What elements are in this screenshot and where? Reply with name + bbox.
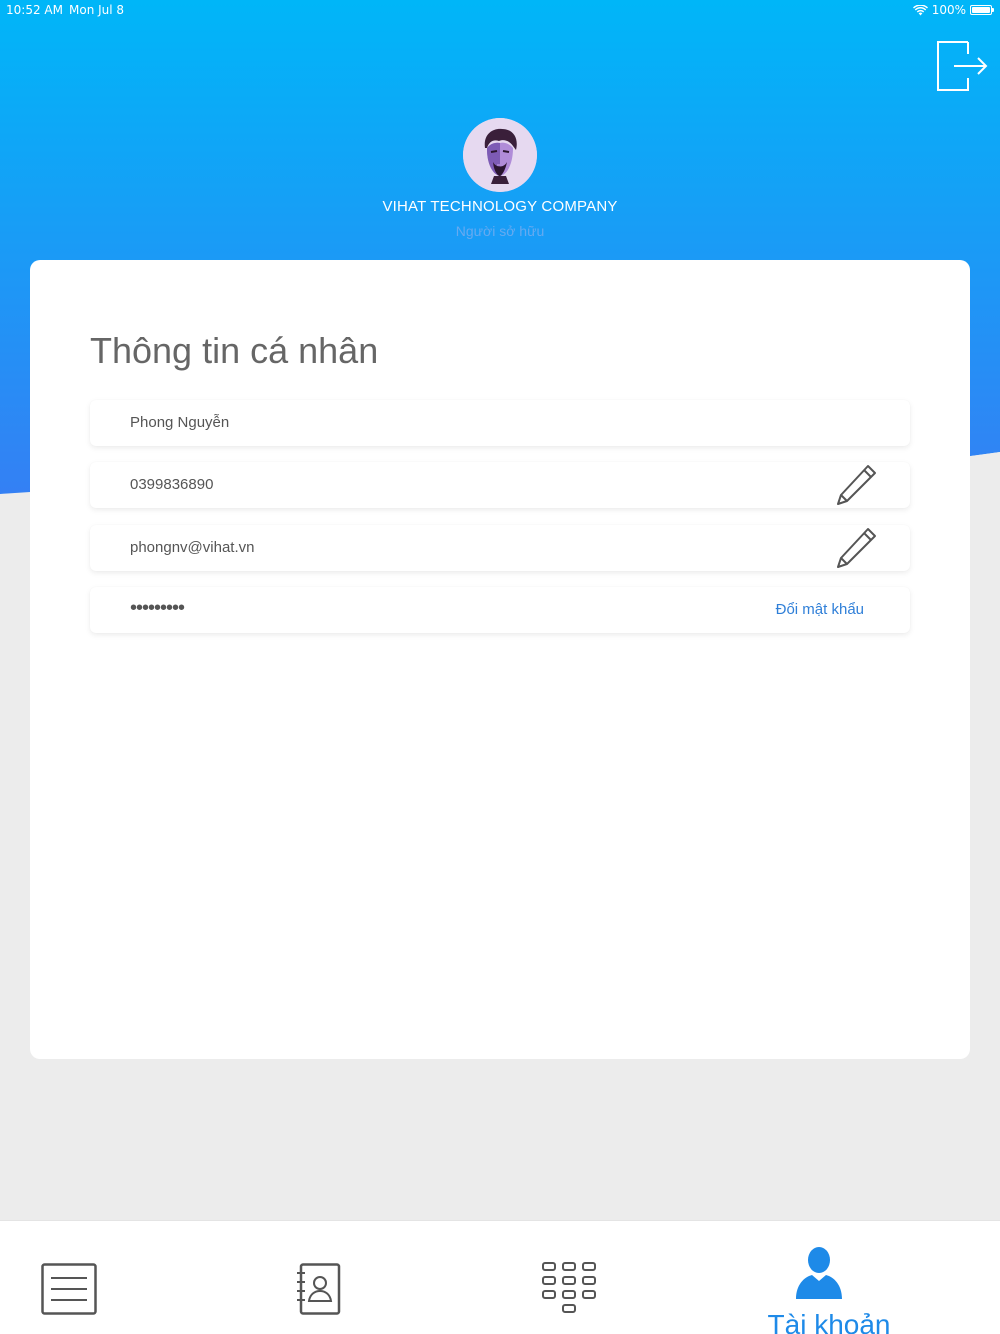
company-name: VIHAT TECHNOLOGY COMPANY [382, 198, 618, 215]
status-date: Mon Jul 8 [69, 3, 125, 17]
email-field: phongnv@vihat.vn [90, 525, 910, 571]
pencil-icon [837, 465, 876, 505]
status-right: 100% [912, 3, 994, 17]
phone-value: 0399836890 [130, 476, 214, 493]
battery-percent: 100% [931, 3, 966, 17]
list-icon [41, 1263, 97, 1315]
name-value: Phong Nguyễn [130, 414, 230, 431]
tab-account-label: Tài khoản [767, 1309, 891, 1334]
tab-list[interactable] [0, 1221, 250, 1334]
battery-icon [970, 5, 994, 15]
avatar[interactable] [463, 118, 537, 192]
page-title: Thông tin cá nhân [90, 330, 379, 371]
status-bar: 10:52 AM Mon Jul 8 100% [0, 0, 1000, 20]
user-avatar [463, 118, 537, 192]
edit-email-button[interactable] [834, 527, 878, 571]
tab-bar: Tài khoản [0, 1220, 1000, 1334]
wifi-icon [912, 4, 928, 15]
dialpad-icon [542, 1262, 596, 1313]
email-value: phongnv@vihat.vn [130, 539, 255, 556]
password-field: ••••••••• Đổi mật khẩu [90, 587, 910, 633]
phone-field: 0399836890 [90, 462, 910, 508]
change-password-link[interactable]: Đổi mật khẩu [776, 601, 864, 618]
profile-card: Thông tin cá nhân Phong Nguyễn 039983689… [30, 260, 970, 1059]
logout-button[interactable] [934, 38, 988, 94]
contacts-book-icon [297, 1263, 341, 1315]
edit-phone-button[interactable] [834, 464, 878, 508]
name-field: Phong Nguyễn [90, 400, 910, 446]
status-time: 10:52 AM [6, 3, 63, 17]
logout-icon [937, 41, 988, 91]
tab-account[interactable]: Tài khoản [704, 1221, 954, 1334]
account-icon [796, 1247, 842, 1299]
password-mask: ••••••••• [130, 597, 185, 619]
role-label: Người sở hữu [455, 223, 545, 239]
pencil-icon [837, 528, 876, 568]
tab-contacts[interactable] [250, 1221, 500, 1334]
